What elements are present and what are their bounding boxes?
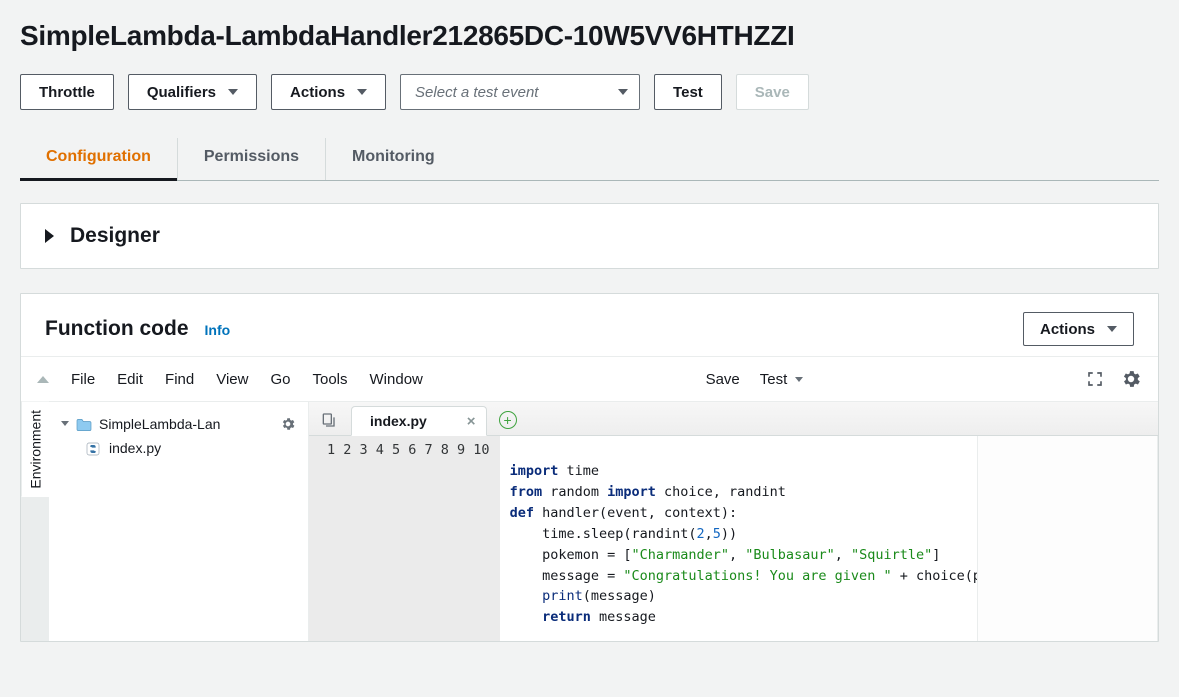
- designer-panel: Designer: [20, 203, 1159, 269]
- line-gutter: 1 2 3 4 5 6 7 8 9 10: [309, 436, 500, 641]
- menu-find[interactable]: Find: [165, 371, 194, 388]
- main-tabs: Configuration Permissions Monitoring: [20, 138, 1159, 181]
- test-event-select-wrap: Select a test event: [400, 74, 640, 110]
- editor-tab-label: index.py: [370, 413, 427, 429]
- qualifiers-dropdown[interactable]: Qualifiers: [128, 74, 257, 110]
- new-tab-button[interactable]: +: [499, 411, 517, 429]
- menu-edit[interactable]: Edit: [117, 371, 143, 388]
- env-gutter: [21, 497, 49, 641]
- chevron-down-icon: [228, 89, 238, 95]
- chevron-down-icon: [357, 89, 367, 95]
- editor-tab-strip: index.py × +: [309, 402, 1158, 436]
- code-text[interactable]: import time from random import choice, r…: [500, 436, 977, 641]
- code-editor: File Edit Find View Go Tools Window Save…: [21, 356, 1158, 641]
- close-icon[interactable]: ×: [467, 414, 476, 429]
- action-toolbar: Throttle Qualifiers Actions Select a tes…: [20, 74, 1159, 110]
- function-code-panel: Function code Info Actions File Edit Fin…: [20, 293, 1159, 642]
- gear-icon[interactable]: [280, 415, 296, 432]
- collapse-icon[interactable]: [37, 376, 49, 383]
- editor-area: index.py × + 1 2 3 4 5 6 7 8 9 10 import…: [309, 402, 1158, 641]
- tab-permissions[interactable]: Permissions: [178, 138, 326, 180]
- tree-file-name: index.py: [109, 440, 161, 456]
- chevron-down-icon[interactable]: [795, 377, 803, 382]
- function-code-title: Function code: [45, 317, 189, 341]
- ide-save-button[interactable]: Save: [706, 371, 740, 388]
- designer-title: Designer: [70, 224, 160, 248]
- fc-actions-label: Actions: [1040, 321, 1095, 338]
- save-button[interactable]: Save: [736, 74, 809, 110]
- menu-tools[interactable]: Tools: [312, 371, 347, 388]
- tab-configuration[interactable]: Configuration: [20, 138, 178, 180]
- info-link[interactable]: Info: [205, 322, 231, 338]
- gear-icon[interactable]: [1120, 368, 1142, 390]
- disclosure-icon[interactable]: [45, 229, 54, 243]
- throttle-button[interactable]: Throttle: [20, 74, 114, 110]
- actions-dropdown[interactable]: Actions: [271, 74, 386, 110]
- menu-go[interactable]: Go: [270, 371, 290, 388]
- documents-icon[interactable]: [319, 411, 337, 429]
- function-code-actions-dropdown[interactable]: Actions: [1023, 312, 1134, 346]
- tree-root-name: SimpleLambda-Lan: [99, 416, 220, 432]
- editor-tab[interactable]: index.py ×: [351, 406, 487, 436]
- actions-label: Actions: [290, 84, 345, 101]
- page-title: SimpleLambda-LambdaHandler212865DC-10W5V…: [20, 20, 1159, 52]
- test-event-select[interactable]: Select a test event: [400, 74, 640, 110]
- python-file-icon: [85, 439, 101, 456]
- menu-window[interactable]: Window: [370, 371, 423, 388]
- chevron-down-icon: [61, 421, 69, 426]
- fullscreen-icon[interactable]: [1086, 370, 1104, 388]
- tree-file[interactable]: index.py: [57, 439, 300, 456]
- ide-test-button[interactable]: Test: [760, 371, 788, 388]
- menu-file[interactable]: File: [71, 371, 95, 388]
- menu-view[interactable]: View: [216, 371, 248, 388]
- chevron-down-icon: [1107, 326, 1117, 332]
- folder-icon: [75, 416, 93, 432]
- tree-root[interactable]: SimpleLambda-Lan: [57, 412, 300, 435]
- environment-tab[interactable]: Environment: [21, 402, 49, 497]
- file-tree: SimpleLambda-Lan index.py: [49, 402, 309, 641]
- ide-menubar: File Edit Find View Go Tools Window Save…: [21, 357, 1158, 401]
- qualifiers-label: Qualifiers: [147, 84, 216, 101]
- test-button[interactable]: Test: [654, 74, 722, 110]
- tab-monitoring[interactable]: Monitoring: [326, 138, 461, 180]
- minimap[interactable]: [977, 436, 1157, 641]
